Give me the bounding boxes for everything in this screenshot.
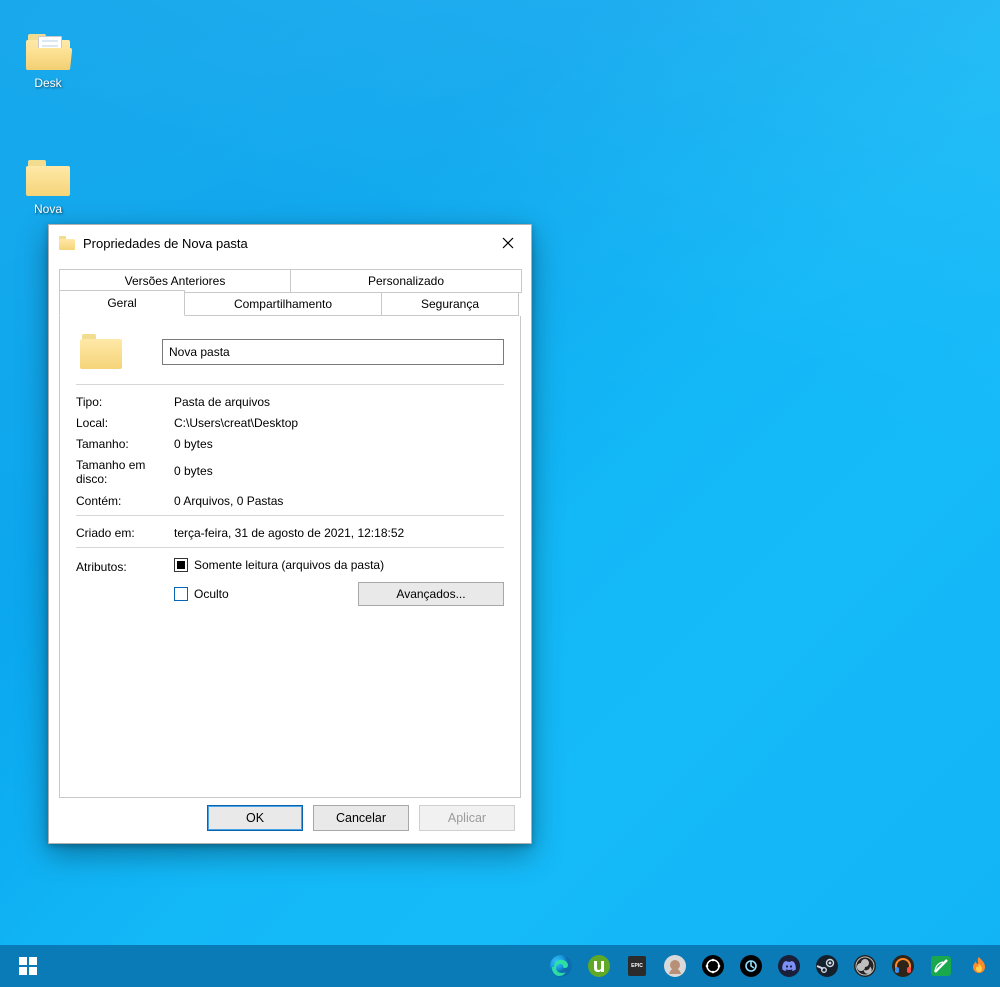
taskbar-app-generic-3[interactable] [734,949,768,983]
steam-icon [815,954,839,978]
checkbox-readonly[interactable] [174,558,188,572]
checkbox-hidden[interactable] [174,587,188,601]
properties-dialog: Propriedades de Nova pasta Versões Anter… [48,224,532,844]
tab-seguranca[interactable]: Segurança [381,292,519,316]
value-tipo: Pasta de arquivos [174,395,504,409]
desktop-icon-label: Desk [10,76,86,90]
close-button[interactable] [485,225,531,261]
dialog-title: Propriedades de Nova pasta [83,236,248,251]
app-icon [663,954,687,978]
start-button[interactable] [4,945,52,987]
folder-icon [24,158,72,198]
taskbar-app-generic-1[interactable] [658,949,692,983]
desktop[interactable]: Desk Nova Propriedades de Nova pasta Ver… [0,0,1000,987]
app-icon [701,954,725,978]
epic-icon: EPIC [625,954,649,978]
discord-icon [777,954,801,978]
value-contem: 0 Arquivos, 0 Pastas [174,494,504,508]
headphones-icon [891,954,915,978]
obs-icon [853,954,877,978]
label-tipo: Tipo: [76,395,174,409]
svg-text:EPIC: EPIC [631,963,643,969]
taskbar-app-headphones[interactable] [886,949,920,983]
taskbar-items: EPIC [544,949,1000,983]
folder-icon [59,236,75,250]
close-icon [502,237,514,249]
taskbar-app-steam[interactable] [810,949,844,983]
taskbar: EPIC [0,945,1000,987]
label-criado-em: Criado em: [76,526,174,540]
taskbar-app-generic-2[interactable] [696,949,730,983]
label-tamanho-disco: Tamanho em disco: [76,458,174,487]
apply-button: Aplicar [419,805,515,831]
divider [76,515,504,516]
app-icon [967,954,991,978]
dialog-button-row: OK Cancelar Aplicar [49,805,531,831]
desktop-icon-nova[interactable]: Nova [10,158,86,216]
advanced-button[interactable]: Avançados... [358,582,504,606]
value-local: C:\Users\creat\Desktop [174,416,504,430]
label-hidden: Oculto [194,587,229,601]
folder-icon [24,32,72,72]
tab-geral[interactable]: Geral [59,290,185,316]
taskbar-app-green[interactable] [924,949,958,983]
windows-logo-icon [19,957,37,975]
taskbar-app-orange[interactable] [962,949,996,983]
edge-icon [549,954,573,978]
label-readonly: Somente leitura (arquivos da pasta) [194,558,384,572]
divider [76,547,504,548]
tab-personalizado[interactable]: Personalizado [290,269,522,293]
value-tamanho: 0 bytes [174,437,504,451]
cancel-button[interactable]: Cancelar [313,805,409,831]
value-tamanho-disco: 0 bytes [174,458,504,487]
titlebar[interactable]: Propriedades de Nova pasta [49,225,531,261]
label-local: Local: [76,416,174,430]
label-contem: Contém: [76,494,174,508]
tab-area: Versões Anteriores Personalizado Geral C… [59,269,521,798]
folder-name-input[interactable] [162,339,504,365]
tab-compartilhamento[interactable]: Compartilhamento [184,292,382,316]
value-criado-em: terça-feira, 31 de agosto de 2021, 12:18… [174,526,504,540]
tab-page-geral: Tipo:Pasta de arquivos Local:C:\Users\cr… [59,316,521,798]
folder-icon [80,334,122,370]
taskbar-app-edge[interactable] [544,949,578,983]
utorrent-icon [587,954,611,978]
desktop-icon-desk[interactable]: Desk [10,32,86,90]
ok-button[interactable]: OK [207,805,303,831]
label-tamanho: Tamanho: [76,437,174,451]
taskbar-app-discord[interactable] [772,949,806,983]
label-atributos: Atributos: [76,558,174,574]
taskbar-app-obs[interactable] [848,949,882,983]
taskbar-app-epic[interactable]: EPIC [620,949,654,983]
app-icon [929,954,953,978]
taskbar-app-utorrent[interactable] [582,949,616,983]
divider [76,384,504,385]
desktop-icon-label: Nova [10,202,86,216]
app-icon [739,954,763,978]
